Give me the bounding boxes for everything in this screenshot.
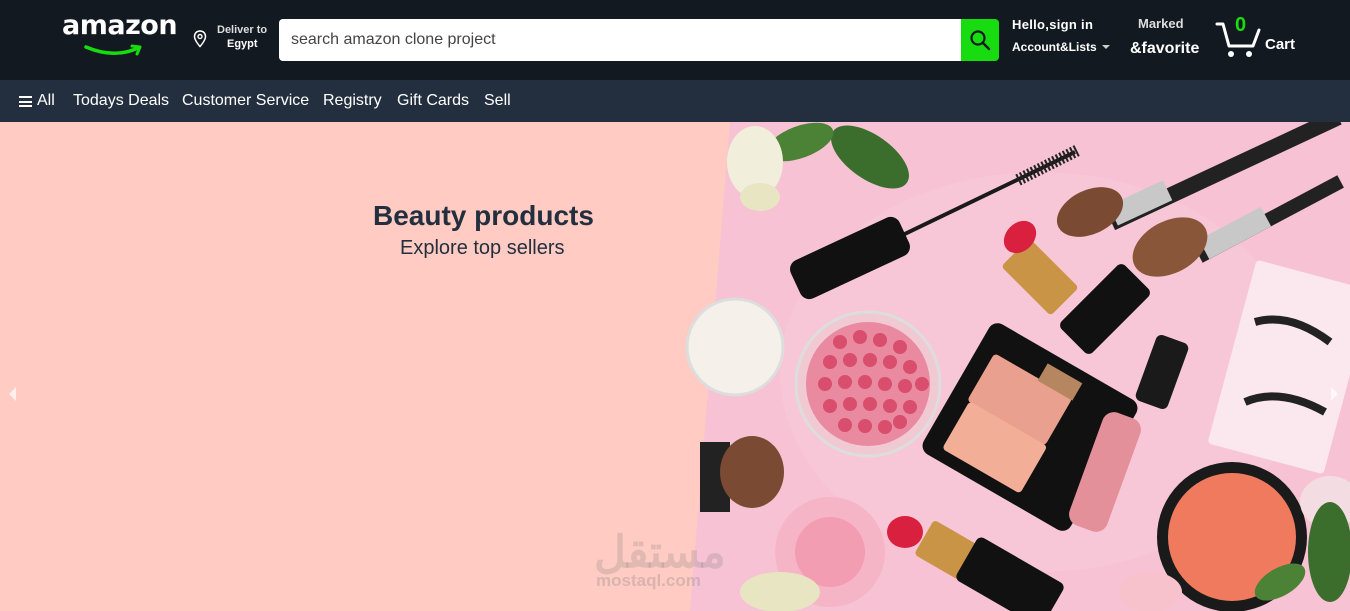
nav-customer-service[interactable]: Customer Service [182, 92, 309, 110]
deliver-country: Egypt [227, 38, 258, 50]
marked-favorite[interactable]: Marked &favorite [1130, 15, 1210, 61]
search-bar [279, 19, 999, 61]
nav-all[interactable]: All [37, 92, 55, 110]
search-button[interactable] [961, 19, 999, 61]
favorite-label: &favorite [1130, 40, 1200, 57]
logo-smile-icon [84, 44, 142, 56]
deliver-label: Deliver to [217, 24, 268, 36]
hero-title: Beauty products [373, 200, 594, 231]
top-header: amazon Deliver to Egypt Hello,sign in Ac… [0, 0, 1350, 80]
search-icon [970, 30, 991, 51]
caret-down-icon [1102, 45, 1110, 49]
hero-banner: Beauty products Explore top sellers مستق… [0, 122, 1350, 611]
logo-text: amazon [62, 10, 178, 41]
hero-subtitle: Explore top sellers [400, 237, 565, 259]
watermark-latin: mostaql.com [596, 571, 701, 590]
nav-sell[interactable]: Sell [484, 92, 511, 110]
cart-count: 0 [1235, 14, 1247, 36]
nav-bar: All Todays Deals Customer Service Regist… [0, 80, 1350, 122]
nav-gift-cards[interactable]: Gift Cards [397, 92, 469, 110]
cart-button[interactable]: 0 Cart [1215, 14, 1315, 62]
amazon-logo[interactable]: amazon [62, 10, 178, 60]
nav-registry[interactable]: Registry [323, 92, 382, 110]
carousel-prev-icon[interactable] [9, 387, 16, 401]
nav-todays-deals[interactable]: Todays Deals [73, 92, 169, 110]
account-lists[interactable]: Hello,sign in Account&Lists [1012, 17, 1122, 61]
hamburger-icon[interactable] [19, 96, 32, 107]
carousel-next-icon[interactable] [1331, 387, 1338, 401]
search-input[interactable] [279, 19, 961, 61]
cart-label: Cart [1265, 36, 1296, 53]
marked-label: Marked [1138, 16, 1184, 31]
deliver-to[interactable]: Deliver to Egypt [193, 22, 273, 56]
account-lists-label: Account&Lists [1012, 40, 1097, 54]
map-pin-icon [193, 30, 207, 48]
sign-in-greeting: Hello,sign in [1012, 17, 1094, 32]
